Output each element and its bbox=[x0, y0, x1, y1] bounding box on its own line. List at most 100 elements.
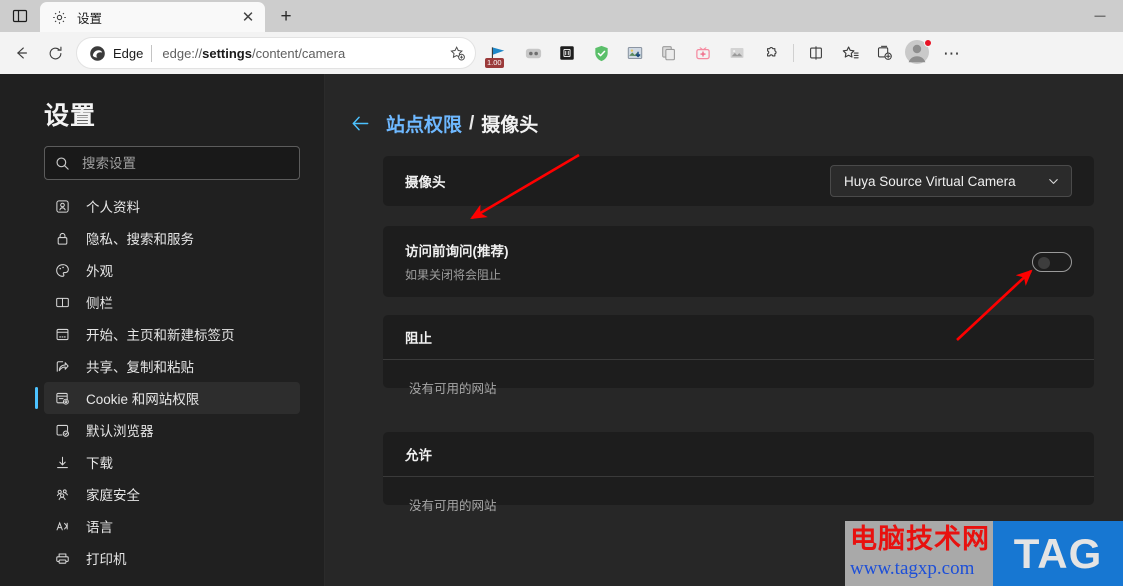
cookie-settings-icon bbox=[52, 388, 72, 408]
watermark-text-block: 电脑技术网 www.tagxp.com bbox=[845, 521, 993, 586]
breadcrumb-separator: / bbox=[469, 112, 475, 134]
camera-device-card: 摄像头 Huya Source Virtual Camera bbox=[383, 156, 1094, 206]
watermark-site-name: 电脑技术网 bbox=[850, 524, 990, 555]
favorites-star-icon[interactable] bbox=[833, 37, 867, 69]
sidebar-item-privacy[interactable]: 隐私、搜索和服务 bbox=[44, 222, 300, 254]
sidebar-nav-list: 个人资料 隐私、搜索和服务 外观 侧栏 开始、主页和新建标签页 共享、复制和粘贴… bbox=[0, 190, 325, 574]
chevron-down-icon bbox=[1047, 175, 1060, 188]
search-settings-box[interactable] bbox=[44, 146, 300, 180]
address-bar-divider bbox=[151, 44, 153, 62]
lock-icon bbox=[52, 228, 72, 248]
refresh-icon[interactable] bbox=[38, 37, 72, 69]
settings-sidebar: 设置 个人资料 bbox=[0, 74, 325, 586]
allow-section-empty: 没有可用的网站 bbox=[409, 499, 497, 513]
ext-picture-icon[interactable] bbox=[720, 37, 754, 69]
ext-copy-icon[interactable] bbox=[652, 37, 686, 69]
sidebar-item-start-home-newtab[interactable]: 开始、主页和新建标签页 bbox=[44, 318, 300, 350]
edge-logo-icon bbox=[89, 45, 106, 62]
ext-shield-icon[interactable] bbox=[584, 37, 618, 69]
ext-video-icon[interactable] bbox=[686, 37, 720, 69]
url-suffix: /content/camera bbox=[251, 45, 346, 61]
address-bar[interactable]: Edge edge://settings/content/camera bbox=[76, 37, 476, 69]
allow-section-title: 允许 bbox=[405, 448, 432, 463]
window-controls: — bbox=[1077, 0, 1123, 32]
block-section-card: 阻止 没有可用的网站 bbox=[383, 315, 1094, 396]
split-screen-icon[interactable] bbox=[799, 37, 833, 69]
ext-pennant-icon[interactable]: 1.00 bbox=[482, 37, 516, 69]
title-bar: 设置 ✕ + — bbox=[0, 0, 1123, 32]
ext-lastpass-icon[interactable] bbox=[550, 37, 584, 69]
sidebar-item-languages[interactable]: 语言 bbox=[44, 510, 300, 542]
person-icon bbox=[52, 196, 72, 216]
ext-cookie-icon[interactable] bbox=[516, 37, 550, 69]
share-icon bbox=[52, 356, 72, 376]
url-bold: settings bbox=[202, 45, 252, 61]
camera-device-label: 摄像头 bbox=[405, 175, 446, 190]
ask-before-accessing-sublabel: 如果关闭将会阻止 bbox=[405, 268, 502, 282]
breadcrumb-parent-link[interactable]: 站点权限 bbox=[386, 110, 462, 137]
collections-icon[interactable] bbox=[867, 37, 901, 69]
page-title: 设置 bbox=[44, 102, 97, 130]
camera-device-dropdown[interactable]: Huya Source Virtual Camera bbox=[830, 165, 1072, 197]
settings-main-panel: 站点权限 / 摄像头 摄像头 Huya Source Virtual Camer… bbox=[325, 74, 1123, 586]
sidebar-item-label: 家庭安全 bbox=[86, 488, 140, 503]
more-options-button[interactable]: ⋯ bbox=[935, 37, 969, 69]
sidebar-item-label: 打印机 bbox=[86, 552, 127, 567]
close-icon[interactable]: ✕ bbox=[237, 6, 259, 28]
ask-before-accessing-toggle[interactable] bbox=[1032, 251, 1072, 272]
toggle-knob bbox=[1038, 256, 1050, 269]
ext-image-download-icon[interactable] bbox=[618, 37, 652, 69]
block-section-header: 阻止 bbox=[383, 315, 1094, 360]
add-favorite-icon[interactable] bbox=[443, 39, 471, 67]
watermark: 电脑技术网 www.tagxp.com TAG bbox=[845, 521, 1123, 586]
sidebar-item-label: 个人资料 bbox=[86, 200, 140, 215]
browser-tab-settings[interactable]: 设置 ✕ bbox=[40, 2, 265, 32]
printer-icon bbox=[52, 548, 72, 568]
gear-icon bbox=[51, 9, 68, 26]
sidebar-item-default-browser[interactable]: 默认浏览器 bbox=[44, 414, 300, 446]
download-icon bbox=[52, 452, 72, 472]
ask-before-accessing-text: 访问前询问(推荐) 如果关闭将会阻止 bbox=[405, 240, 509, 283]
sidebar-item-printers[interactable]: 打印机 bbox=[44, 542, 300, 574]
minimize-button[interactable]: — bbox=[1077, 0, 1123, 32]
back-arrow-icon[interactable] bbox=[4, 37, 38, 69]
block-section-empty: 没有可用的网站 bbox=[409, 382, 497, 396]
ask-before-accessing-card: 访问前询问(推荐) 如果关闭将会阻止 bbox=[383, 226, 1094, 297]
sidebar-item-label: 语言 bbox=[86, 520, 113, 535]
sidebar-item-cookies-site-permissions[interactable]: Cookie 和网站权限 bbox=[35, 382, 300, 414]
ext-pennant-badge: 1.00 bbox=[485, 58, 504, 68]
block-section-title: 阻止 bbox=[405, 331, 432, 346]
tab-title: 设置 bbox=[77, 11, 103, 26]
sidebar-item-label: 默认浏览器 bbox=[86, 424, 154, 439]
address-bar-url[interactable]: edge://settings/content/camera bbox=[162, 46, 443, 61]
vertical-tabs-icon[interactable] bbox=[0, 0, 40, 32]
search-icon bbox=[55, 156, 71, 171]
new-tab-button[interactable]: + bbox=[269, 2, 303, 32]
family-icon bbox=[52, 484, 72, 504]
profile-notification-badge bbox=[924, 39, 932, 47]
extensions-puzzle-icon[interactable] bbox=[754, 37, 788, 69]
sidebar-item-family-safety[interactable]: 家庭安全 bbox=[44, 478, 300, 510]
back-arrow-icon[interactable] bbox=[350, 113, 371, 134]
settings-page: 设置 个人资料 bbox=[0, 74, 1123, 586]
sidebar-item-label: 侧栏 bbox=[86, 296, 113, 311]
sidebar-item-sidebar[interactable]: 侧栏 bbox=[44, 286, 300, 318]
browser-toolbar: Edge edge://settings/content/camera 1.00 bbox=[0, 32, 1123, 74]
address-bar-brand: Edge bbox=[113, 45, 144, 61]
url-prefix: edge:// bbox=[162, 45, 203, 61]
sidebar-icon bbox=[52, 292, 72, 312]
sidebar-item-profile[interactable]: 个人资料 bbox=[44, 190, 300, 222]
breadcrumb-current: 摄像头 bbox=[481, 115, 539, 136]
sidebar-item-downloads[interactable]: 下载 bbox=[44, 446, 300, 478]
search-input[interactable] bbox=[82, 155, 289, 171]
sidebar-item-share-copy-paste[interactable]: 共享、复制和粘贴 bbox=[44, 350, 300, 382]
watermark-logo: TAG bbox=[993, 521, 1123, 586]
palette-icon bbox=[52, 260, 72, 280]
watermark-url: www.tagxp.com bbox=[850, 558, 975, 579]
sidebar-item-label: Cookie 和网站权限 bbox=[86, 392, 200, 407]
breadcrumb: 站点权限 / 摄像头 bbox=[350, 110, 538, 137]
profile-avatar[interactable] bbox=[901, 37, 935, 69]
allow-section-header: 允许 bbox=[383, 432, 1094, 477]
sidebar-item-label: 外观 bbox=[86, 264, 113, 279]
sidebar-item-appearance[interactable]: 外观 bbox=[44, 254, 300, 286]
